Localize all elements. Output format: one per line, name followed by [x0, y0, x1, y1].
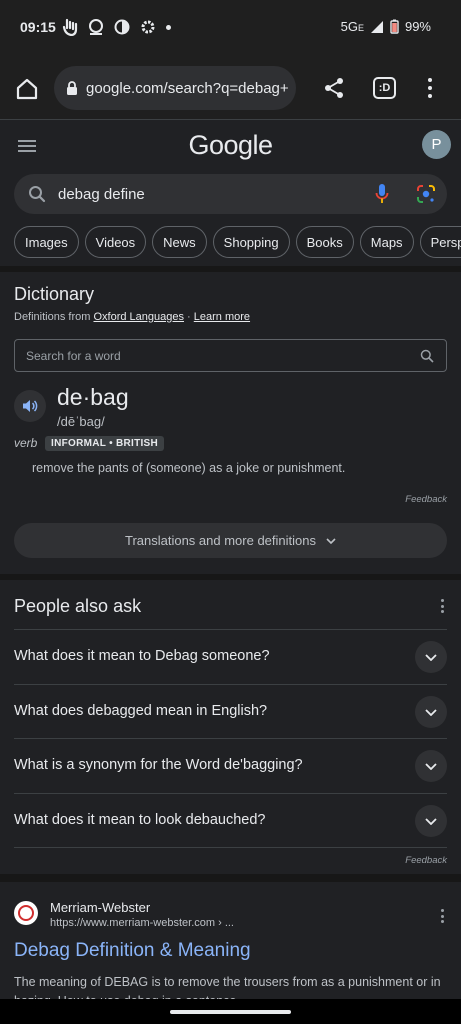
pulse-icon	[89, 19, 103, 35]
translations-more-button[interactable]: Translations and more definitions	[14, 523, 447, 558]
browser-toolbar: google.com/search?q=debag+ :D	[0, 56, 461, 120]
google-header: Google P	[0, 120, 461, 172]
avatar[interactable]: P	[422, 130, 451, 159]
phonetic: /dēˈbag/	[57, 414, 105, 429]
battery-icon	[390, 19, 399, 34]
notification-dot-icon	[166, 24, 171, 30]
paa-question[interactable]: What does it mean to look debauched?	[14, 793, 447, 847]
oxford-languages-link[interactable]: Oxford Languages	[93, 311, 184, 323]
chip-shopping[interactable]: Shopping	[212, 226, 290, 258]
microphone-icon[interactable]	[375, 184, 389, 204]
chevron-down-icon[interactable]	[415, 750, 447, 782]
status-right: 5GE 99%	[341, 19, 431, 34]
chip-news[interactable]: News	[152, 226, 207, 258]
paa-question-text: What does it mean to Debag someone?	[14, 648, 270, 664]
feedback-link[interactable]: Feedback	[405, 855, 447, 866]
chevron-down-icon[interactable]	[415, 805, 447, 837]
register-labels: INFORMAL • BRITISH	[45, 436, 165, 451]
hand-gesture-icon	[62, 18, 78, 36]
lock-icon	[67, 80, 77, 95]
divider	[14, 847, 447, 848]
url-text: google.com/search?q=debag+	[86, 79, 289, 97]
paa-question[interactable]: What does it mean to Debag someone?	[14, 629, 447, 683]
pronunciation-speaker-button[interactable]	[14, 390, 46, 422]
translations-more-label: Translations and more definitions	[124, 533, 316, 548]
paa-question[interactable]: What is a synonym for the Word de'baggin…	[14, 738, 447, 792]
status-time: 09:15	[20, 19, 56, 35]
result-title-link[interactable]: Debag Definition & Meaning	[14, 940, 251, 962]
dictionary-source: Definitions from Oxford Languages · Lear…	[14, 311, 251, 323]
people-also-ask: People also ask What does it mean to Deb…	[0, 580, 461, 874]
chip-books[interactable]: Books	[295, 226, 354, 258]
chip-perspectives[interactable]: Perspe	[419, 226, 461, 258]
contrast-icon	[114, 19, 130, 35]
headword: de·bag	[57, 384, 129, 410]
search-input[interactable]: debag define	[58, 186, 145, 203]
dictionary-title: Dictionary	[14, 284, 95, 304]
section-divider	[0, 874, 461, 882]
feedback-link[interactable]: Feedback	[405, 494, 447, 505]
paa-question-text: What does debagged mean in English?	[14, 703, 268, 719]
search-result: Merriam-Webster https://www.merriam-webs…	[0, 882, 461, 999]
status-icons	[62, 18, 171, 36]
system-navigation-bar	[0, 999, 461, 1024]
signal-icon	[370, 20, 383, 33]
chevron-down-icon	[326, 537, 336, 544]
dictionary-card: Dictionary Definitions from Oxford Langu…	[0, 272, 461, 574]
result-url[interactable]: https://www.merriam-webster.com › ...	[50, 917, 234, 929]
word-search-input[interactable]: Search for a word	[14, 339, 447, 372]
speaker-icon	[23, 400, 38, 412]
learn-more-link[interactable]: Learn more	[194, 311, 250, 323]
chip-videos[interactable]: Videos	[84, 226, 147, 258]
result-snippet: The meaning of DEBAG is to remove the tr…	[14, 975, 441, 999]
part-of-speech: verb	[14, 436, 38, 450]
paa-question[interactable]: What does debagged mean in English?	[14, 684, 447, 738]
search-box[interactable]: debag define	[14, 174, 447, 214]
more-options-icon[interactable]	[441, 909, 445, 923]
more-options-icon[interactable]	[441, 599, 445, 613]
home-icon[interactable]	[14, 76, 40, 102]
share-icon[interactable]	[322, 76, 346, 100]
result-site-name[interactable]: Merriam-Webster	[50, 900, 150, 915]
google-lens-icon[interactable]	[416, 184, 436, 204]
paa-title: People also ask	[14, 596, 142, 616]
status-bar: 09:15 5GE 99%	[0, 0, 461, 56]
word-search-placeholder: Search for a word	[26, 349, 121, 363]
settings-gear-icon	[141, 20, 155, 34]
network-type: 5GE	[340, 19, 364, 34]
google-logo[interactable]: Google	[0, 130, 461, 161]
chevron-down-icon[interactable]	[415, 641, 447, 673]
search-icon	[29, 186, 46, 203]
tab-switcher-button[interactable]: :D	[373, 77, 396, 99]
site-favicon	[14, 901, 38, 925]
paa-question-text: What is a synonym for the Word de'baggin…	[14, 757, 303, 773]
battery-level: 99%	[404, 19, 431, 34]
definition-text: remove the pants of (someone) as a joke …	[32, 461, 346, 475]
chip-images[interactable]: Images	[14, 226, 79, 258]
address-bar[interactable]: google.com/search?q=debag+	[54, 66, 296, 110]
chevron-down-icon[interactable]	[415, 696, 447, 728]
chip-maps[interactable]: Maps	[359, 226, 414, 258]
paa-question-text: What does it mean to look debauched?	[14, 812, 266, 828]
search-icon	[420, 349, 434, 363]
browser-menu-icon[interactable]	[420, 76, 440, 100]
home-gesture-handle[interactable]	[170, 1010, 291, 1014]
search-filter-chips: Images Videos News Shopping Books Maps P…	[14, 226, 461, 258]
